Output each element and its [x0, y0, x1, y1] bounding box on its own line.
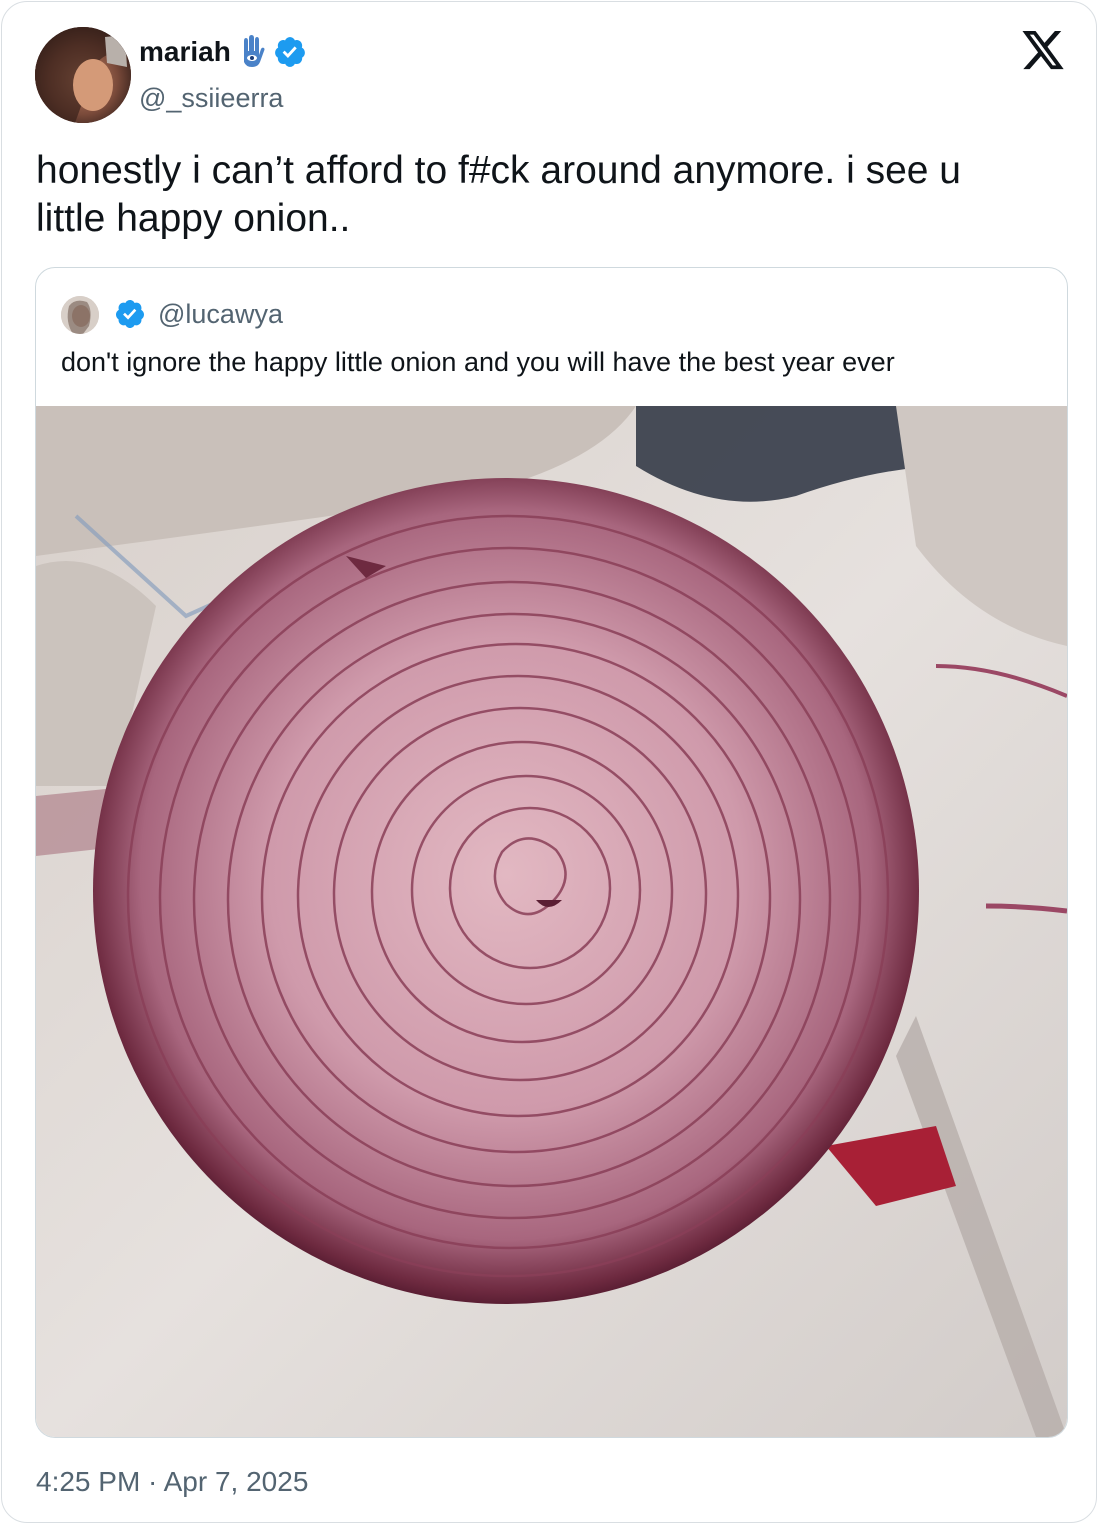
tweet-time[interactable]: 4:25 PM — [36, 1466, 140, 1497]
hamsa-icon — [243, 35, 265, 67]
author-name-text: mariah — [139, 36, 231, 67]
verified-badge-icon — [274, 37, 305, 67]
quoted-author-handle[interactable]: @lucawya — [158, 296, 283, 332]
onion-photo — [36, 406, 1067, 1437]
author-handle[interactable]: @_ssiieerra — [139, 82, 283, 114]
tweet-timestamp[interactable]: 4:25 PM · Apr 7, 2025 — [36, 1462, 308, 1502]
quoted-tweet-media[interactable] — [36, 406, 1067, 1437]
quoted-author-avatar[interactable] — [61, 296, 99, 334]
verified-badge-icon — [115, 300, 144, 328]
timestamp-separator: · — [140, 1466, 164, 1497]
quoted-tweet[interactable]: @lucawya don't ignore the happy little o… — [35, 267, 1068, 1438]
author-display-name[interactable]: mariah — [139, 35, 307, 69]
tweet-card: mariah @_ssiieerra honestly i can’t affo… — [1, 1, 1097, 1523]
quoted-tweet-text: don't ignore the happy little onion and … — [61, 347, 895, 377]
tweet-text: honestly i can’t afford to f#ck around a… — [36, 149, 961, 240]
tweet-date[interactable]: Apr 7, 2025 — [164, 1466, 309, 1497]
x-logo-icon[interactable] — [1020, 31, 1066, 73]
author-avatar[interactable] — [35, 27, 131, 123]
